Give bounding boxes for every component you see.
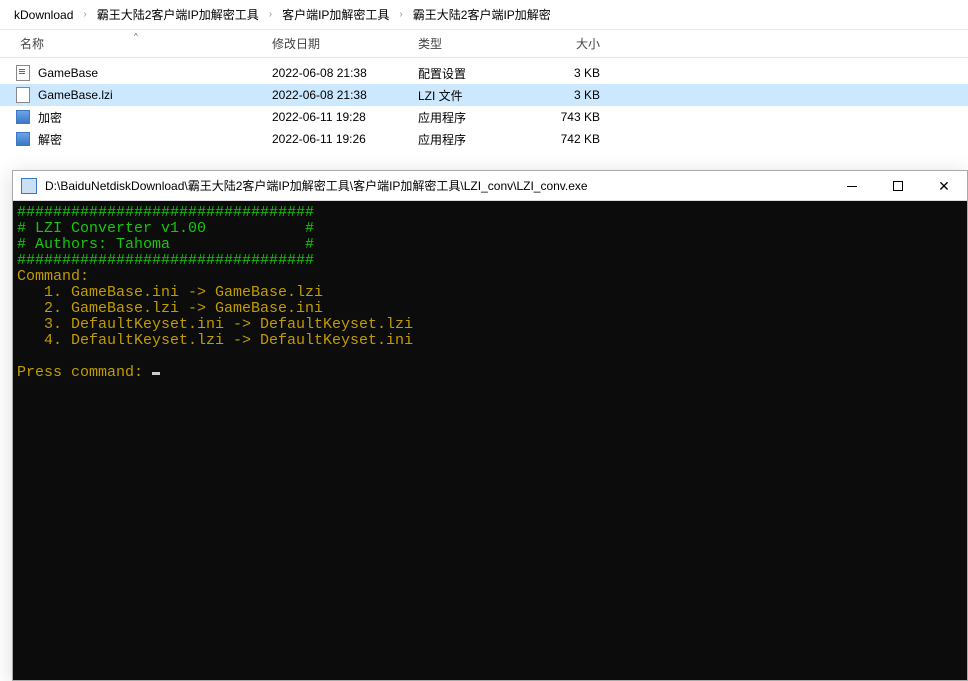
console-line: 2. GameBase.lzi -> GameBase.ini: [17, 300, 323, 317]
breadcrumb-item[interactable]: 霸王大陆2客户端IP加解密: [407, 0, 557, 29]
ini-file-icon: [14, 64, 32, 82]
lzi-file-icon: [14, 86, 32, 104]
maximize-button[interactable]: [875, 171, 921, 201]
file-name: GameBase: [38, 66, 272, 80]
file-type: 应用程序: [418, 109, 540, 126]
minimize-button[interactable]: [829, 171, 875, 201]
file-date: 2022-06-11 19:28: [272, 110, 418, 124]
console-line: #################################: [17, 204, 314, 221]
breadcrumb-item[interactable]: 霸王大陆2客户端IP加解密工具: [91, 0, 265, 29]
file-size: 743 KB: [540, 110, 610, 124]
close-button[interactable]: ✕: [921, 171, 967, 201]
console-line: Command:: [17, 268, 89, 285]
app-icon: [21, 178, 37, 194]
console-prompt: Press command:: [17, 364, 152, 381]
file-type: 配置设置: [418, 65, 540, 82]
breadcrumb: kDownload › 霸王大陆2客户端IP加解密工具 › 客户端IP加解密工具…: [0, 0, 968, 30]
file-list-header: 名称 ^ 修改日期 类型 大小: [0, 30, 968, 58]
console-line: 3. DefaultKeyset.ini -> DefaultKeyset.lz…: [17, 316, 413, 333]
window-controls: ✕: [829, 171, 967, 200]
chevron-right-icon: ›: [265, 9, 276, 20]
breadcrumb-item[interactable]: 客户端IP加解密工具: [276, 0, 395, 29]
file-date: 2022-06-08 21:38: [272, 66, 418, 80]
file-date: 2022-06-11 19:26: [272, 132, 418, 146]
column-header-size[interactable]: 大小: [540, 35, 610, 52]
file-size: 3 KB: [540, 88, 610, 102]
exe-file-icon: [14, 108, 32, 126]
console-body[interactable]: ################################# # LZI …: [13, 201, 967, 680]
file-size: 742 KB: [540, 132, 610, 146]
maximize-icon: [893, 181, 903, 191]
file-row[interactable]: 解密2022-06-11 19:26应用程序742 KB: [0, 128, 968, 150]
file-row[interactable]: 加密2022-06-11 19:28应用程序743 KB: [0, 106, 968, 128]
breadcrumb-label: 客户端IP加解密工具: [282, 6, 389, 23]
file-size: 3 KB: [540, 66, 610, 80]
console-title: D:\BaiduNetdiskDownload\霸王大陆2客户端IP加解密工具\…: [45, 177, 829, 194]
file-date: 2022-06-08 21:38: [272, 88, 418, 102]
column-header-date[interactable]: 修改日期: [272, 35, 418, 52]
console-line: # Authors: Tahoma #: [17, 236, 314, 253]
console-line: # LZI Converter v1.00 #: [17, 220, 314, 237]
minimize-icon: [847, 186, 857, 187]
column-header-type[interactable]: 类型: [418, 35, 540, 52]
file-list: GameBase2022-06-08 21:38配置设置3 KBGameBase…: [0, 58, 968, 162]
file-name: GameBase.lzi: [38, 88, 272, 102]
breadcrumb-label: kDownload: [14, 8, 73, 22]
file-type: 应用程序: [418, 131, 540, 148]
console-window: D:\BaiduNetdiskDownload\霸王大陆2客户端IP加解密工具\…: [12, 170, 968, 681]
exe-file-icon: [14, 130, 32, 148]
file-type: LZI 文件: [418, 87, 540, 104]
breadcrumb-label: 霸王大陆2客户端IP加解密工具: [97, 6, 259, 23]
sort-arrow-icon: ^: [134, 32, 138, 41]
console-line: 4. DefaultKeyset.lzi -> DefaultKeyset.in…: [17, 332, 413, 349]
console-titlebar[interactable]: D:\BaiduNetdiskDownload\霸王大陆2客户端IP加解密工具\…: [13, 171, 967, 201]
file-row[interactable]: GameBase2022-06-08 21:38配置设置3 KB: [0, 62, 968, 84]
breadcrumb-item[interactable]: kDownload: [8, 0, 79, 29]
file-row[interactable]: GameBase.lzi2022-06-08 21:38LZI 文件3 KB: [0, 84, 968, 106]
console-line: 1. GameBase.ini -> GameBase.lzi: [17, 284, 323, 301]
cursor: [152, 372, 160, 375]
chevron-right-icon: ›: [395, 9, 406, 20]
breadcrumb-label: 霸王大陆2客户端IP加解密: [413, 6, 551, 23]
column-header-name[interactable]: 名称 ^: [14, 35, 272, 52]
chevron-right-icon: ›: [79, 9, 90, 20]
close-icon: ✕: [938, 179, 950, 193]
file-name: 解密: [38, 131, 272, 148]
console-line: #################################: [17, 252, 314, 269]
file-name: 加密: [38, 109, 272, 126]
